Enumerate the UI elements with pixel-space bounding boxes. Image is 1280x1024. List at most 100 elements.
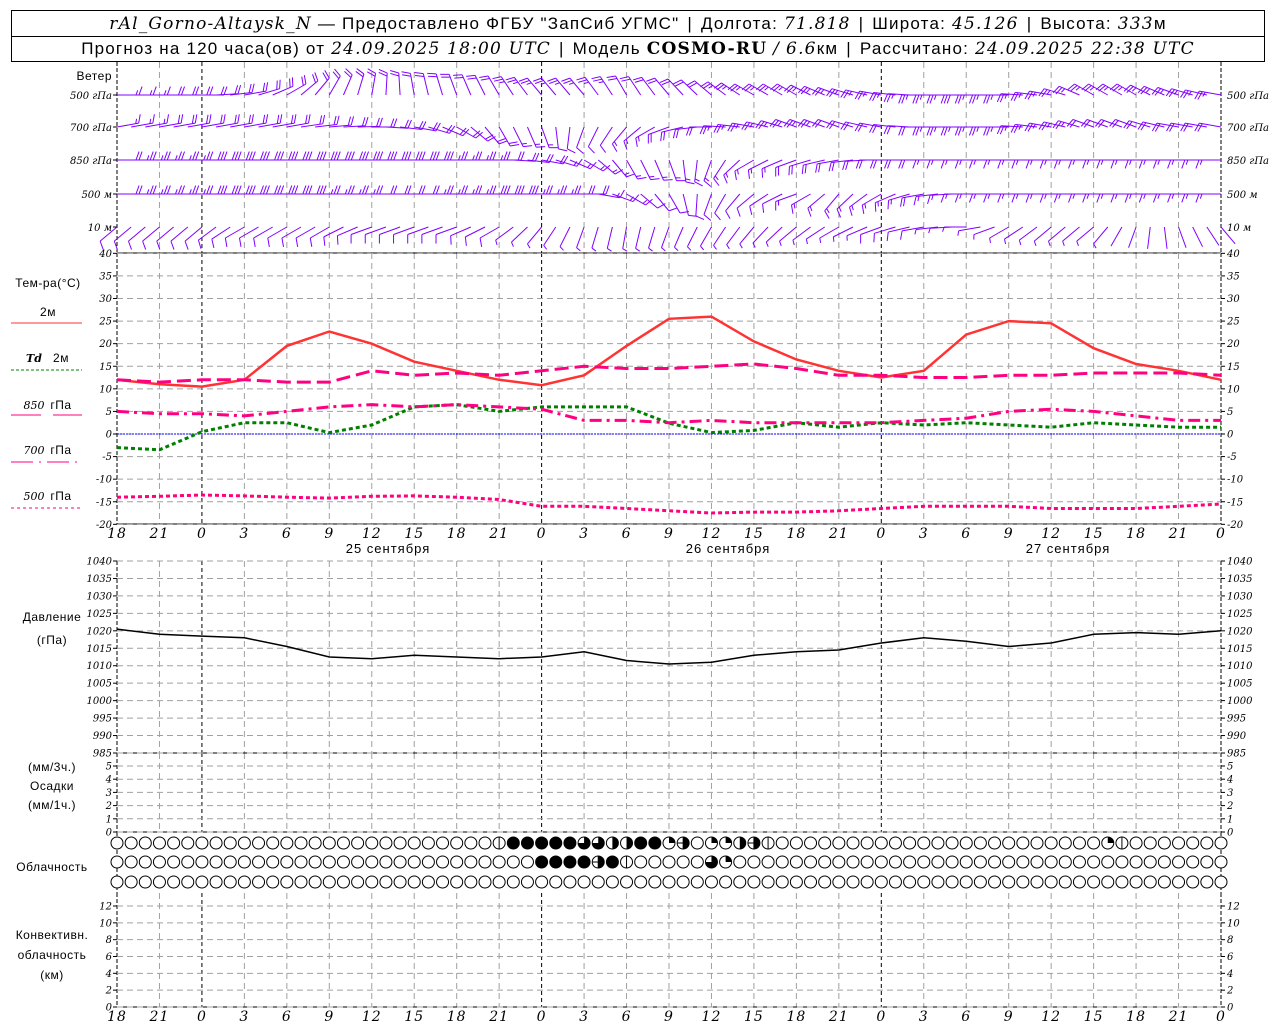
wind-barb-feather	[248, 114, 251, 124]
y-tick-label-left: 35	[99, 271, 112, 282]
wind-barb-feather	[915, 94, 920, 104]
wind-barb-half-feather	[559, 246, 564, 251]
cloud-circle	[818, 855, 832, 869]
wind-barb-half-feather	[694, 178, 700, 182]
y-tick-label-left: 2	[105, 801, 112, 812]
cloud-circle	[563, 855, 577, 869]
wind-barb-half-feather	[512, 81, 519, 85]
wind-barb-staff	[543, 226, 557, 246]
wind-barb-staff	[1192, 226, 1204, 247]
wind-barb	[300, 114, 326, 128]
cloud-circle	[393, 855, 407, 869]
wind-barb	[576, 76, 599, 96]
wind-barb-feather	[358, 151, 364, 161]
wind-barb-feather	[378, 72, 388, 77]
cloud-circle	[421, 836, 435, 850]
wind-barb	[131, 151, 157, 161]
wind-barb-feather	[163, 151, 168, 161]
x-tick-label: 18	[1126, 526, 1146, 542]
wind-barb-feather	[548, 185, 554, 195]
legend-td-label: Td	[26, 352, 42, 365]
cloud-symbol	[1044, 875, 1058, 889]
wind-barb-feather	[849, 206, 853, 216]
wind-barb-feather	[364, 185, 370, 195]
wind-barb	[1068, 159, 1094, 169]
wind-barb	[328, 68, 341, 96]
precip-label: Осадки	[30, 779, 74, 793]
cloud-circle	[549, 855, 563, 869]
wind-barb-half-feather	[1001, 193, 1005, 199]
wind-barb	[703, 193, 712, 221]
cloud-circle	[450, 855, 464, 869]
wind-barb-feather	[940, 159, 945, 169]
cloud-circle	[535, 836, 549, 850]
wind-barb-feather	[523, 145, 533, 148]
wind-barb-half-feather	[819, 237, 822, 244]
cloud-symbol	[1172, 836, 1186, 850]
wind-barb-feather	[493, 78, 503, 82]
wind-barb-staff	[775, 193, 797, 202]
cloud-symbol	[464, 875, 478, 889]
cloud-symbol	[549, 855, 563, 869]
cloud-symbol	[818, 836, 832, 850]
legend-td-2m-label: 2м	[53, 351, 69, 365]
wind-barb	[836, 193, 854, 218]
cloud-symbol	[1186, 875, 1200, 889]
cloud-symbol	[506, 836, 520, 850]
wind-barb-feather	[489, 185, 494, 195]
cloud-symbol	[1200, 875, 1214, 889]
cloud-symbol	[988, 855, 1002, 869]
cloud-circle	[1072, 836, 1086, 850]
wind-barb-feather	[1181, 159, 1186, 169]
wind-barb-feather	[475, 185, 480, 195]
wind-barb-feather	[224, 237, 228, 247]
wind-barb	[599, 126, 613, 153]
cloud-symbol	[478, 836, 492, 850]
cloud-circle	[605, 855, 619, 869]
cloud-symbol	[931, 855, 945, 869]
cloud-circle	[577, 855, 591, 869]
wind-barb-staff	[559, 226, 571, 247]
cloud-circle	[266, 836, 280, 850]
wind-barb-half-feather	[1015, 159, 1019, 165]
cloud-symbol	[1186, 855, 1200, 869]
wind-barb-feather	[323, 236, 326, 246]
wind-barb-feather	[929, 94, 934, 104]
cloud-circle	[832, 836, 846, 850]
wind-barb	[336, 226, 358, 245]
wind-barb	[393, 226, 415, 244]
wind-barb-feather	[1025, 193, 1030, 203]
cloud-circle	[804, 836, 818, 850]
cloud-symbol	[379, 855, 393, 869]
wind-barb	[826, 120, 854, 130]
cloud-symbol	[690, 836, 704, 850]
cloud-symbol	[520, 836, 534, 850]
wind-barb-half-feather	[591, 247, 597, 252]
wind-barb-feather	[387, 151, 392, 161]
wind-barb-feather	[184, 240, 189, 250]
cloud-circle	[1044, 836, 1058, 850]
wind-barb-feather	[303, 75, 307, 85]
wind-barb-feather	[801, 165, 804, 175]
cloud-symbol	[860, 836, 874, 850]
cloud-symbol	[195, 855, 209, 869]
cloud-circle	[804, 855, 818, 869]
cloud-symbol	[478, 855, 492, 869]
wind-barb	[555, 158, 583, 167]
cloud-circle	[1087, 875, 1101, 889]
cloud-symbol	[1129, 855, 1143, 869]
cloud-symbol	[110, 836, 124, 850]
wind-barb-feather	[149, 185, 154, 195]
cloud-symbol	[464, 855, 478, 869]
wind-barb	[456, 126, 483, 139]
wind-barb-feather	[309, 237, 313, 247]
wind-barb	[619, 76, 642, 96]
wind-barb-feather	[1082, 159, 1087, 169]
wind-barb-feather	[262, 151, 267, 161]
wind-barb	[983, 193, 1009, 203]
cloud-circle	[308, 836, 322, 850]
wind-barb-feather	[926, 94, 931, 104]
x-tick-label: 12	[702, 1009, 722, 1024]
wind-barb-feather	[280, 185, 285, 195]
cloud-circle	[294, 855, 308, 869]
